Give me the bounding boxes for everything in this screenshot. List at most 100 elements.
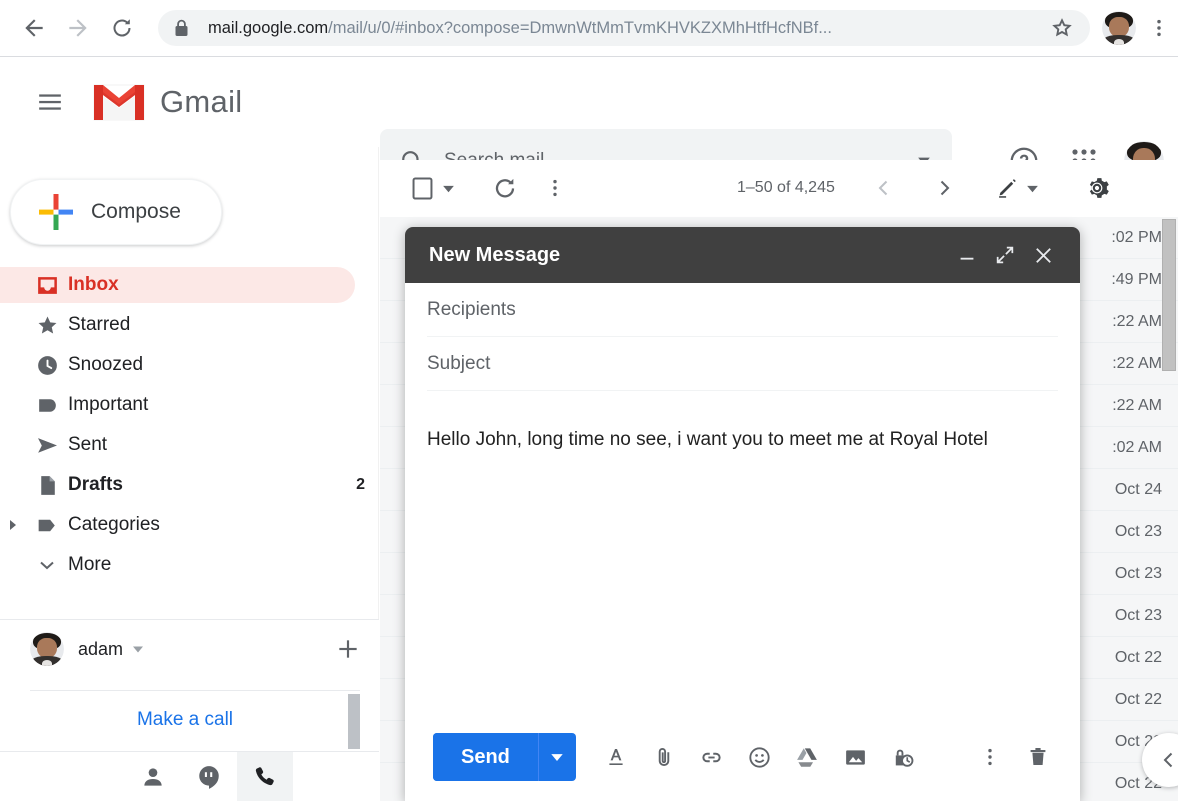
close-compose-button[interactable] — [1024, 236, 1062, 274]
discard-draft-button[interactable] — [1014, 733, 1062, 781]
insert-photo-button[interactable] — [832, 733, 880, 781]
sent-icon — [26, 433, 68, 458]
compose-button-label: Compose — [91, 200, 181, 224]
insert-emoji-button[interactable] — [736, 733, 784, 781]
message-body-text[interactable]: Hello John, long time no see, i want you… — [427, 427, 1066, 453]
subject-input[interactable] — [427, 353, 1058, 375]
address-bar[interactable]: mail.google.com/mail/u/0/#inbox?compose=… — [158, 10, 1090, 46]
compose-window-title: New Message — [429, 244, 948, 267]
sidebar-item-label: Categories — [68, 514, 365, 536]
email-list-scrollbar[interactable] — [1162, 219, 1176, 371]
caret-down-icon[interactable] — [131, 642, 145, 656]
sidebar-item-inbox[interactable]: Inbox — [0, 267, 355, 303]
browser-toolbar: mail.google.com/mail/u/0/#inbox?compose=… — [0, 0, 1178, 57]
url-domain: mail.google.com — [208, 19, 328, 37]
recipients-field-row[interactable] — [427, 283, 1058, 337]
hangouts-scrollbar[interactable] — [348, 694, 360, 749]
bookmark-star-icon[interactable] — [1042, 16, 1082, 40]
email-date: :02 AM — [1112, 439, 1178, 457]
attach-files-button[interactable] — [640, 733, 688, 781]
new-conversation-button[interactable] — [335, 636, 361, 662]
compose-tool-icons — [592, 733, 928, 781]
google-drive-icon — [795, 745, 820, 770]
more-actions-button[interactable] — [535, 168, 575, 208]
gmail-logo-link[interactable]: Gmail — [92, 81, 242, 123]
refresh-button[interactable] — [485, 168, 525, 208]
select-all-checkbox[interactable] — [407, 173, 437, 203]
browser-reload-button[interactable] — [100, 6, 144, 50]
sidebar-item-important[interactable]: Important — [0, 387, 379, 423]
sidebar-item-label: Inbox — [68, 274, 341, 296]
send-options-dropdown[interactable] — [538, 733, 576, 781]
main-menu-button[interactable] — [26, 78, 74, 126]
hangouts-tab-calls[interactable] — [237, 752, 293, 801]
hangouts-chat-icon — [196, 764, 222, 790]
make-a-call-link[interactable]: Make a call — [30, 709, 340, 731]
hamburger-menu-icon — [37, 89, 63, 115]
email-date: :22 AM — [1112, 397, 1178, 415]
sidebar-item-more[interactable]: More — [0, 547, 379, 583]
pencil-icon — [995, 176, 1019, 200]
checkbox-empty-icon — [410, 176, 435, 201]
browser-back-button[interactable] — [12, 6, 56, 50]
subject-field-row[interactable] — [427, 337, 1058, 391]
sidebar-item-categories[interactable]: Categories — [0, 507, 379, 543]
more-options-button[interactable] — [966, 733, 1014, 781]
insert-link-button[interactable] — [688, 733, 736, 781]
attach-paperclip-icon — [652, 745, 676, 769]
address-bar-url: mail.google.com/mail/u/0/#inbox?compose=… — [208, 19, 1042, 38]
compose-button[interactable]: Compose — [10, 179, 222, 245]
gear-icon — [1083, 174, 1111, 202]
select-all-dropdown[interactable] — [437, 173, 459, 203]
plus-icon — [335, 636, 361, 662]
list-toolbar: 1–50 of 4,245 — [380, 160, 1178, 216]
sidebar-item-sent[interactable]: Sent — [0, 427, 379, 463]
format-text-icon — [604, 745, 628, 769]
previous-page-button[interactable] — [865, 169, 903, 207]
recipients-input[interactable] — [427, 299, 1058, 321]
minimize-icon — [956, 244, 978, 266]
sidebar-item-label: Sent — [68, 434, 365, 456]
settings-button[interactable] — [1077, 168, 1117, 208]
browser-forward-button[interactable] — [56, 6, 100, 50]
minimize-compose-button[interactable] — [948, 236, 986, 274]
expand-categories-icon[interactable] — [0, 518, 26, 532]
sidebar-item-label: Drafts — [68, 474, 356, 496]
hangouts-tab-contacts[interactable] — [125, 752, 181, 801]
caret-down-icon — [549, 749, 565, 765]
inbox-icon — [26, 273, 68, 298]
email-date: Oct 22 — [1115, 649, 1178, 667]
lock-icon — [174, 19, 192, 37]
compose-window-header[interactable]: New Message — [405, 227, 1080, 283]
input-tools-button[interactable] — [991, 169, 1023, 207]
hangouts-tab-chat[interactable] — [181, 752, 237, 801]
hangouts-profile-row[interactable]: adam — [0, 620, 379, 678]
compose-footer-toolbar: Send — [405, 713, 1080, 801]
formatting-options-button[interactable] — [592, 733, 640, 781]
gmail-wordmark: Gmail — [160, 84, 242, 120]
expand-compose-button[interactable] — [986, 236, 1024, 274]
confidential-mode-icon — [891, 745, 916, 770]
input-tools-dropdown[interactable] — [1023, 169, 1043, 207]
sidebar-item-snoozed[interactable]: Snoozed — [0, 347, 379, 383]
email-date: Oct 24 — [1115, 481, 1178, 499]
drafts-icon — [26, 473, 68, 498]
browser-menu-button[interactable] — [1140, 17, 1178, 39]
expand-diagonal-icon — [994, 244, 1016, 266]
message-body-area[interactable]: Hello John, long time no see, i want you… — [427, 427, 1066, 713]
confidential-mode-button[interactable] — [880, 733, 928, 781]
browser-profile-avatar[interactable] — [1102, 11, 1136, 45]
plus-multicolor-icon — [33, 189, 79, 235]
star-icon — [26, 313, 68, 338]
insert-emoji-icon — [747, 745, 772, 770]
sidebar-item-count: 2 — [356, 476, 365, 494]
hangouts-user-name: adam — [78, 639, 123, 660]
sidebar: Compose Inbox Starred — [0, 147, 379, 801]
insert-from-drive-button[interactable] — [784, 733, 832, 781]
email-date: Oct 23 — [1115, 523, 1178, 541]
sidebar-item-drafts[interactable]: Drafts 2 — [0, 467, 379, 503]
send-button[interactable]: Send — [433, 733, 538, 781]
next-page-button[interactable] — [925, 169, 963, 207]
sidebar-item-starred[interactable]: Starred — [0, 307, 379, 343]
three-dots-vertical-icon — [1148, 17, 1170, 39]
